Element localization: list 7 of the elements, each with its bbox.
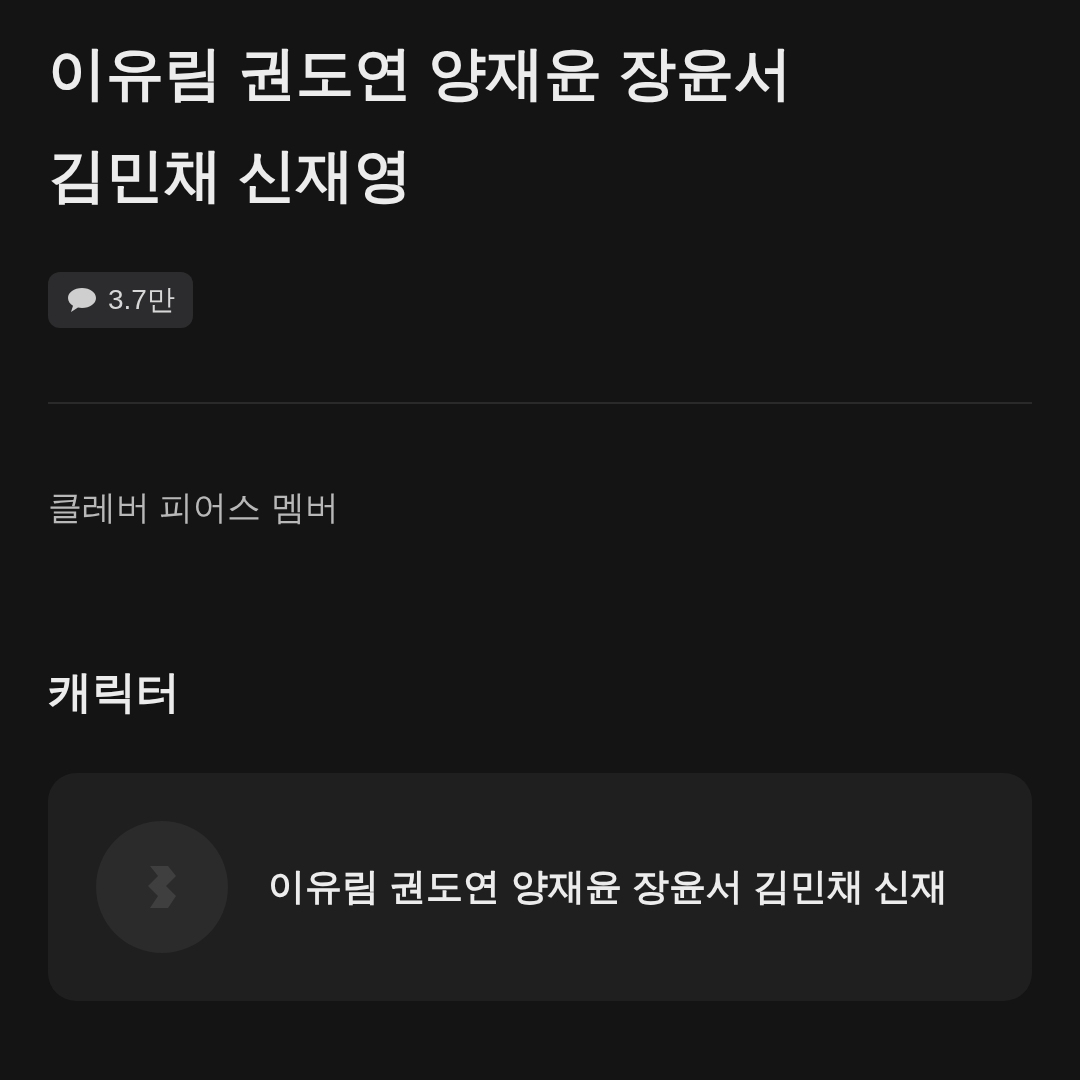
section-heading: 캐릭터 xyxy=(48,666,181,718)
character-name: 이유림 권도연 양재윤 장윤서 김민채 신재 xyxy=(268,865,949,910)
page-title: 이유림 권도연 양재윤 장윤서 김민채 신재영 xyxy=(48,39,794,209)
character-card[interactable]: 이유림 권도연 양재윤 장윤서 김민채 신재 xyxy=(48,773,1032,1001)
comment-count: 3.7만 xyxy=(108,283,175,317)
description: 클레버 피어스 멤버 xyxy=(48,487,340,528)
speech-bubble-icon xyxy=(66,286,98,314)
